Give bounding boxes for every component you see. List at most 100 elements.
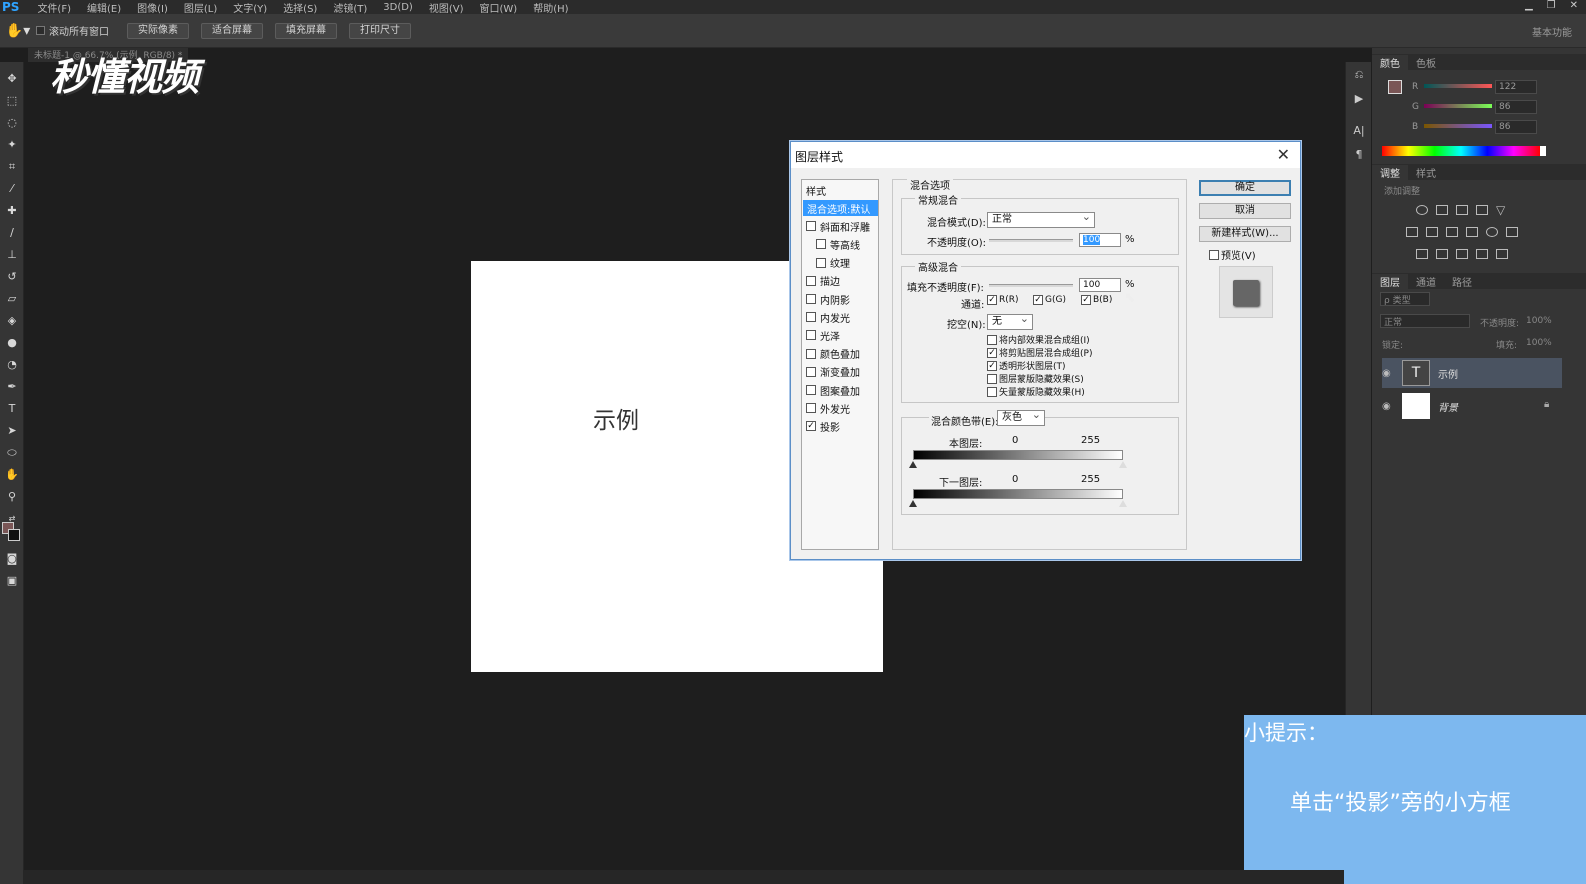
- menu-image[interactable]: 图像(I): [129, 0, 176, 15]
- scroll-all-windows-checkbox[interactable]: 滚动所有窗口: [36, 23, 109, 38]
- style-item[interactable]: 等高线: [816, 236, 888, 252]
- layer-row-text[interactable]: ◉ T 示例: [1382, 358, 1562, 388]
- style-item[interactable]: ✓ 投影: [806, 418, 878, 434]
- brightness-adjust-icon[interactable]: [1416, 205, 1428, 215]
- layer-row-background[interactable]: ◉ 背景 🔒︎: [1382, 391, 1562, 421]
- blue-value[interactable]: 86: [1495, 120, 1537, 134]
- invert-adjust-icon[interactable]: [1416, 249, 1428, 259]
- magic-wand-tool-icon[interactable]: ✦: [3, 136, 21, 154]
- history-panel-icon[interactable]: ⎌: [1352, 68, 1366, 82]
- blend-interior-effects-checkbox[interactable]: 将内部效果混合成组(I): [987, 333, 1090, 346]
- style-item[interactable]: 渐变叠加: [806, 364, 878, 380]
- menu-help[interactable]: 帮助(H): [525, 0, 576, 15]
- eraser-tool-icon[interactable]: ▱: [3, 290, 21, 308]
- layer-opacity-value[interactable]: 100%: [1526, 316, 1552, 326]
- checkbox-box[interactable]: [987, 386, 997, 397]
- new-style-button[interactable]: 新建样式(W)...: [1199, 226, 1291, 242]
- blend-if-select[interactable]: 灰色: [997, 408, 1045, 426]
- style-item[interactable]: 内阴影: [806, 291, 878, 307]
- this-layer-white-slider[interactable]: [1119, 461, 1127, 468]
- menu-filter[interactable]: 滤镜(T): [325, 0, 375, 15]
- checkbox-box[interactable]: [806, 221, 816, 232]
- tab-channels[interactable]: 通道: [1408, 274, 1444, 289]
- close-icon[interactable]: ✕: [1570, 0, 1578, 14]
- tab-swatches[interactable]: 色板: [1408, 55, 1444, 70]
- underlying-black-slider[interactable]: [909, 500, 917, 507]
- layer-mask-hides-effects-checkbox[interactable]: 图层蒙版隐藏效果(S): [987, 372, 1084, 385]
- tab-styles[interactable]: 样式: [1408, 165, 1444, 180]
- fit-screen-button[interactable]: 适合屏幕: [201, 22, 263, 39]
- checkbox-box[interactable]: [806, 294, 816, 304]
- zoom-tool-icon[interactable]: ⚲: [3, 488, 21, 506]
- underlying-white-slider[interactable]: [1119, 500, 1127, 507]
- screen-mode-icon[interactable]: ▣: [3, 572, 21, 590]
- red-value[interactable]: 122: [1495, 80, 1537, 94]
- tab-paths[interactable]: 路径: [1444, 274, 1480, 289]
- checkbox-box[interactable]: [816, 239, 826, 250]
- menu-3d[interactable]: 3D(D): [375, 2, 421, 13]
- checkbox-box[interactable]: ✓: [806, 421, 816, 432]
- style-item[interactable]: 颜色叠加: [806, 346, 878, 362]
- photo-filter-adjust-icon[interactable]: [1466, 227, 1478, 237]
- hand-tool-icon[interactable]: ✋▾: [0, 23, 36, 39]
- checkbox-box[interactable]: ✓: [987, 347, 997, 358]
- dialog-close-icon[interactable]: ✕: [1277, 145, 1290, 164]
- fill-value[interactable]: 100%: [1526, 338, 1552, 348]
- color-lookup-adjust-icon[interactable]: [1506, 227, 1518, 237]
- workspace-switcher[interactable]: 基本功能: [1532, 24, 1572, 39]
- hand-tool-icon[interactable]: ✋: [3, 466, 21, 484]
- opacity-slider-track[interactable]: [989, 239, 1073, 242]
- style-item[interactable]: 光泽: [806, 327, 878, 343]
- menu-select[interactable]: 选择(S): [275, 0, 325, 15]
- selective-color-adjust-icon[interactable]: [1476, 249, 1488, 259]
- eye-icon[interactable]: ◉: [1382, 401, 1398, 412]
- checkbox-box[interactable]: ✓: [987, 360, 997, 371]
- fill-screen-button[interactable]: 填充屏幕: [275, 22, 337, 39]
- menu-edit[interactable]: 编辑(E): [79, 0, 129, 15]
- tab-layers[interactable]: 图层: [1372, 273, 1408, 289]
- color-foreground-swatch[interactable]: [1388, 80, 1402, 94]
- blue-slider[interactable]: [1424, 124, 1492, 128]
- posterize-adjust-icon[interactable]: [1436, 249, 1448, 259]
- styles-header[interactable]: 样式: [806, 182, 878, 198]
- blend-clipped-layers-checkbox[interactable]: ✓ 将剪贴图层混合成组(P): [987, 346, 1092, 359]
- threshold-adjust-icon[interactable]: [1456, 249, 1468, 259]
- shape-tool-icon[interactable]: ⬭: [3, 444, 21, 462]
- crop-tool-icon[interactable]: ⌗: [3, 158, 21, 176]
- print-size-button[interactable]: 打印尺寸: [349, 22, 411, 39]
- checkbox-box[interactable]: [816, 257, 826, 268]
- channel-mixer-adjust-icon[interactable]: [1486, 227, 1498, 237]
- style-item[interactable]: 外发光: [806, 400, 878, 416]
- quick-mask-icon[interactable]: ◙: [3, 550, 21, 568]
- canvas-text-layer[interactable]: 示例: [593, 401, 639, 435]
- preview-checkbox[interactable]: 预览(V): [1209, 247, 1256, 262]
- paragraph-panel-icon[interactable]: ¶: [1352, 148, 1366, 162]
- style-item[interactable]: 描边: [806, 273, 878, 289]
- cancel-button[interactable]: 取消: [1199, 203, 1291, 219]
- style-item[interactable]: 内发光: [806, 309, 878, 325]
- menu-file[interactable]: 文件(F): [29, 0, 79, 15]
- layer-name[interactable]: 示例: [1438, 366, 1458, 381]
- curves-adjust-icon[interactable]: [1456, 205, 1468, 215]
- style-item[interactable]: 图案叠加: [806, 382, 878, 398]
- move-tool-icon[interactable]: ✥: [3, 70, 21, 88]
- menu-window[interactable]: 窗口(W): [472, 0, 526, 15]
- checkbox-box[interactable]: ✓: [987, 295, 997, 305]
- minimize-icon[interactable]: ▁: [1525, 0, 1533, 14]
- layer-kind-filter[interactable]: ρ 类型: [1380, 292, 1430, 306]
- fill-opacity-input[interactable]: 100: [1079, 278, 1121, 292]
- actions-panel-icon[interactable]: ▶: [1352, 92, 1366, 106]
- knockout-select[interactable]: 无: [987, 312, 1033, 330]
- tab-adjustments[interactable]: 调整: [1372, 164, 1408, 180]
- blur-tool-icon[interactable]: ●: [3, 334, 21, 352]
- checkbox-box[interactable]: [806, 330, 816, 341]
- background-color-swatch[interactable]: [8, 529, 20, 541]
- layer-name[interactable]: 背景: [1438, 399, 1458, 414]
- menu-view[interactable]: 视图(V): [421, 0, 472, 15]
- checkbox-box[interactable]: [36, 26, 45, 35]
- brush-tool-icon[interactable]: ∕: [3, 224, 21, 242]
- green-slider[interactable]: [1424, 104, 1492, 108]
- hue-saturation-adjust-icon[interactable]: [1406, 227, 1418, 237]
- dialog-titlebar[interactable]: 图层样式 ✕: [791, 142, 1300, 168]
- black-white-adjust-icon[interactable]: [1446, 227, 1458, 237]
